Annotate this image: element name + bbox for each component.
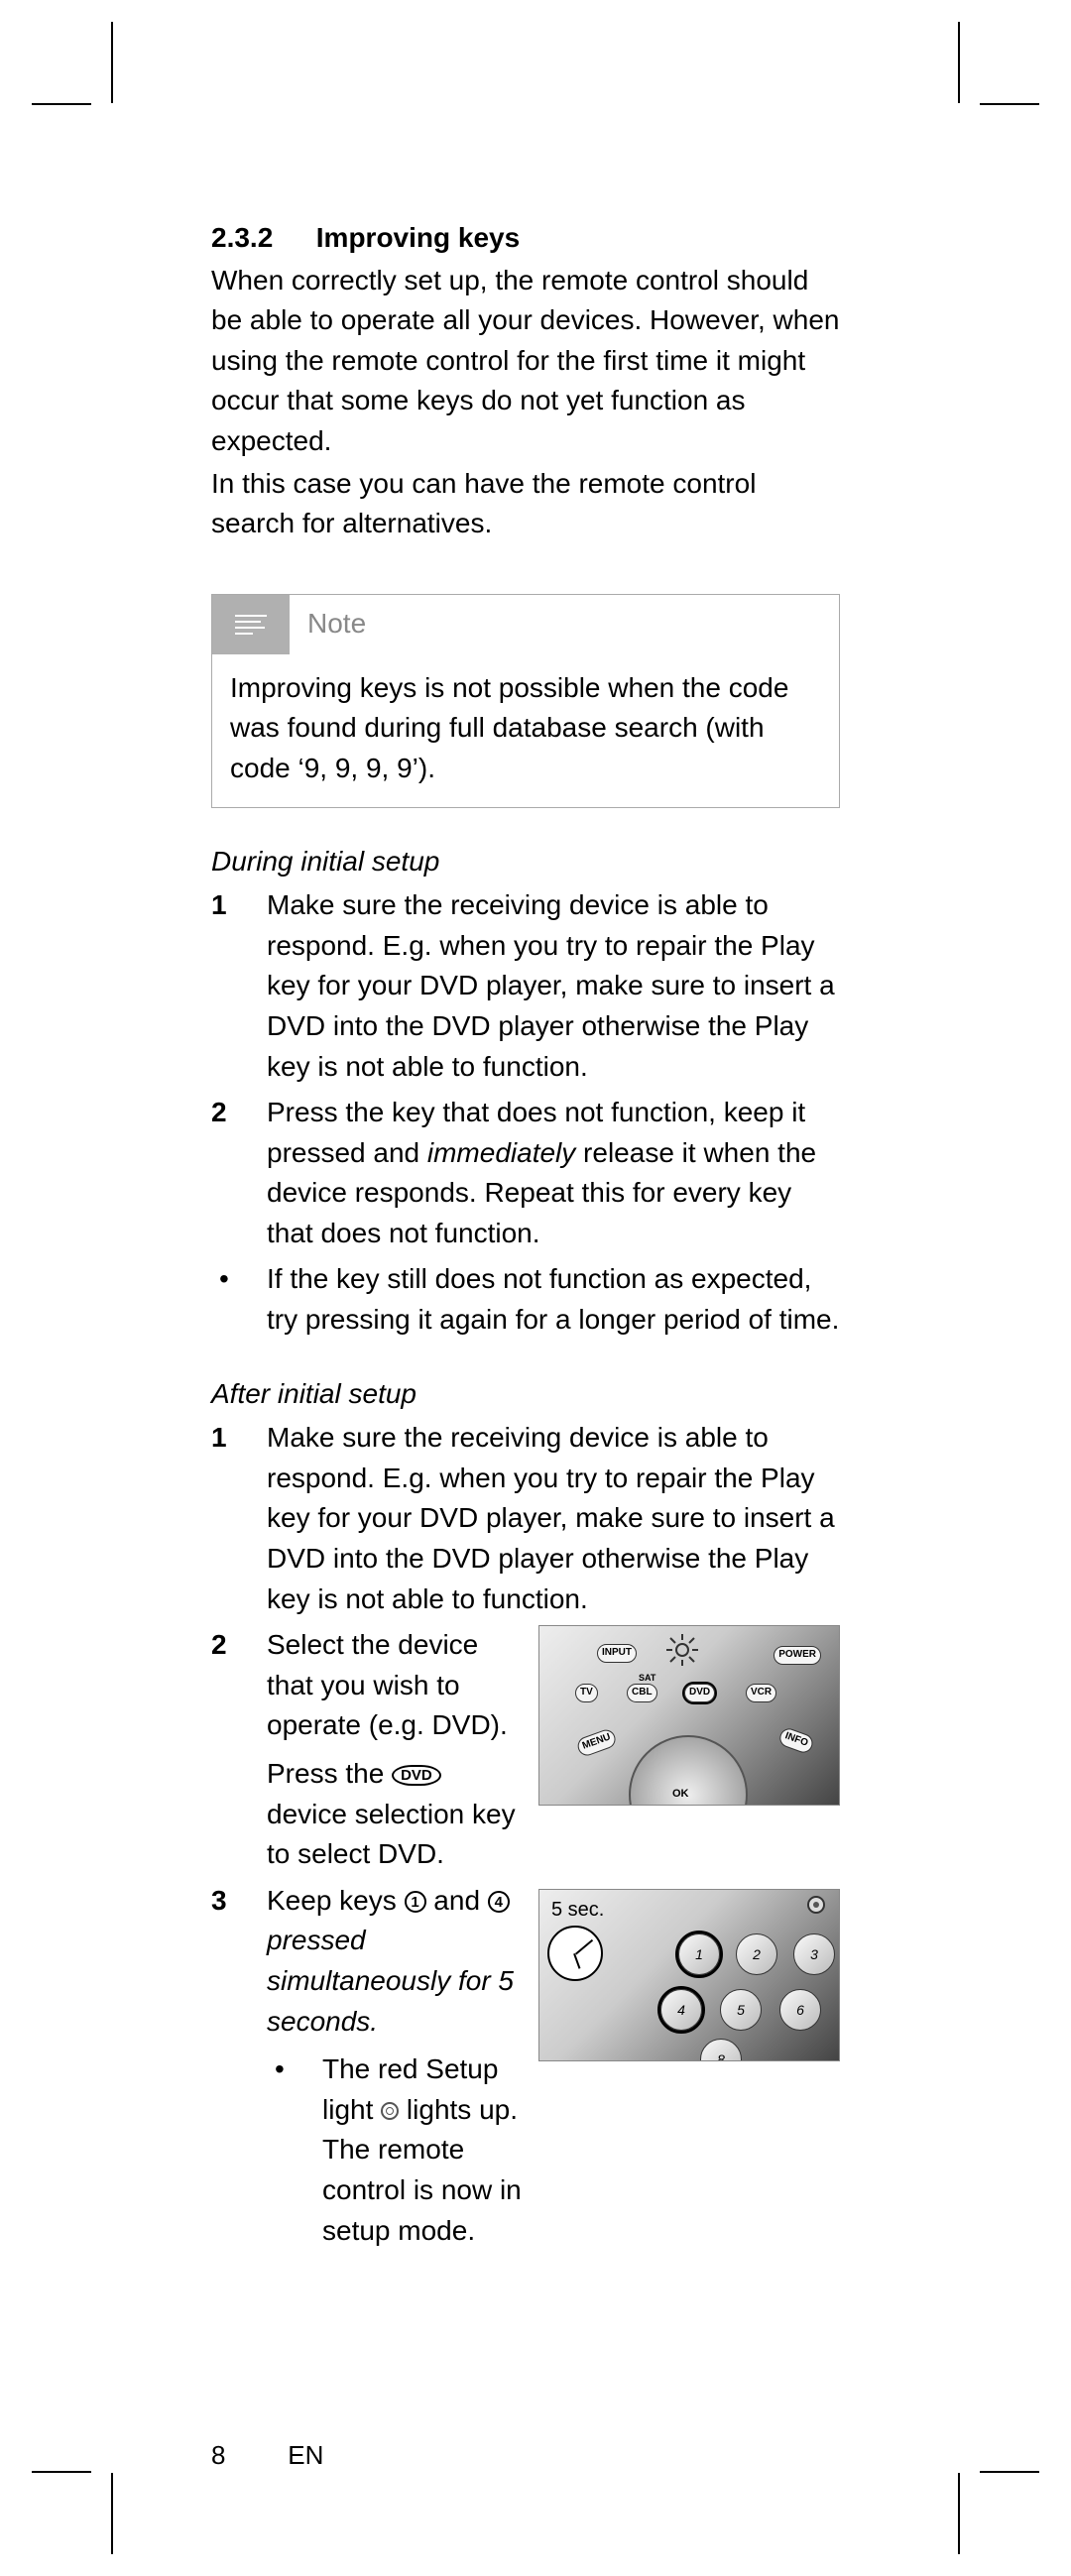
list-item: 1 Make sure the receiving device is able… [211, 885, 840, 1087]
after-steps-list: 1 Make sure the receiving device is able… [211, 1418, 840, 2257]
remote-menu-key: MENU [575, 1727, 618, 1758]
remote-illustration-keypad: 5 sec. 1 2 3 4 5 6 8 [538, 1889, 840, 2061]
intro-paragraph-2: In this case you can have the remote con… [211, 464, 840, 544]
step-body: INPUT POWER SAT TV CBL DVD VCR MENU INFO… [267, 1625, 840, 1875]
remote-key-6: 6 [779, 1989, 821, 2031]
section-number: 2.3.2 [211, 218, 308, 259]
subheading-after: After initial setup [211, 1374, 840, 1415]
bullet-marker: • [211, 1259, 267, 1340]
list-item: 2 Press the key that does not function, … [211, 1093, 840, 1253]
bullet-marker: • [267, 2049, 322, 2251]
remote-key-1: 1 [678, 1933, 720, 1975]
clock-icon [547, 1926, 603, 1981]
text: Keep keys [267, 1885, 405, 1916]
remote-dpad: OK [629, 1735, 748, 1806]
text-emphasis: pressed simultaneously for 5 seconds. [267, 1925, 514, 2036]
crop-mark [111, 2473, 113, 2554]
remote-ok-key: OK [672, 1787, 689, 1803]
remote-info-key: INFO [777, 1726, 815, 1755]
intro-paragraph-1: When correctly set up, the remote contro… [211, 261, 840, 462]
step-number: 1 [211, 885, 267, 1087]
step3-bullet-list: • The red Setup light lights up. The rem… [267, 2049, 840, 2251]
step-number: 3 [211, 1881, 267, 2257]
crop-mark [32, 2471, 91, 2473]
step-text: Make sure the receiving device is able t… [267, 1418, 840, 1619]
text: Press the [267, 1758, 392, 1789]
list-item: 3 5 sec. 1 2 3 4 5 6 [211, 1881, 840, 2257]
step-body: 5 sec. 1 2 3 4 5 6 8 [267, 1881, 840, 2257]
remote-power-key: POWER [774, 1646, 821, 1665]
remote-cbl-key: CBL [627, 1684, 657, 1702]
initial-bullet-list: • If the key still does not function as … [211, 1259, 840, 1340]
page-footer: 8 EN [211, 2440, 323, 2471]
remote-key-3: 3 [793, 1933, 835, 1975]
step-number: 2 [211, 1093, 267, 1253]
note-label: Note [290, 604, 366, 644]
page-language: EN [288, 2440, 323, 2470]
remote-dvd-key: DVD [684, 1684, 715, 1702]
note-box: Note Improving keys is not possible when… [211, 594, 840, 808]
crop-mark [958, 2473, 960, 2554]
key-4-icon: 4 [488, 1891, 510, 1913]
remote-key-4: 4 [660, 1989, 702, 2031]
remote-key-8: 8 [700, 2039, 742, 2061]
setup-light-icon [381, 2102, 399, 2120]
dvd-key-icon: DVD [392, 1765, 441, 1786]
list-item: • If the key still does not function as … [211, 1259, 840, 1340]
note-icon [212, 595, 290, 654]
remote-tv-key: TV [575, 1684, 598, 1702]
remote-illustration-device-keys: INPUT POWER SAT TV CBL DVD VCR MENU INFO… [538, 1625, 840, 1806]
crop-mark [980, 103, 1039, 105]
bullet-text: If the key still does not function as ex… [267, 1259, 840, 1340]
section-title: Improving keys [316, 222, 520, 253]
page-content: 2.3.2 Improving keys When correctly set … [211, 218, 840, 2263]
step-number: 1 [211, 1418, 267, 1619]
list-item: 2 INPUT POWER SAT TV CBL DVD VCR MENU IN… [211, 1625, 840, 1875]
step-number: 2 [211, 1625, 267, 1875]
section-heading: 2.3.2 Improving keys [211, 218, 840, 259]
step-text: Press the key that does not function, ke… [267, 1093, 840, 1253]
remote-vcr-key: VCR [746, 1684, 776, 1702]
subheading-initial: During initial setup [211, 842, 840, 882]
page-number: 8 [211, 2440, 281, 2471]
brightness-icon [666, 1634, 698, 1666]
remote-setup-light [807, 1896, 825, 1914]
text: and [426, 1885, 488, 1916]
step-text: Make sure the receiving device is able t… [267, 885, 840, 1087]
initial-steps-list: 1 Make sure the receiving device is able… [211, 885, 840, 1253]
remote-key-5: 5 [720, 1989, 762, 2031]
crop-mark [980, 2471, 1039, 2473]
text-emphasis: immediately [427, 1137, 575, 1168]
text: device selection key to select DVD. [267, 1799, 516, 1870]
note-header: Note [212, 595, 839, 654]
crop-mark [32, 103, 91, 105]
crop-mark [111, 22, 113, 103]
five-seconds-label: 5 sec. [551, 1896, 604, 1925]
list-item: • The red Setup light lights up. The rem… [267, 2049, 527, 2251]
remote-key-2: 2 [736, 1933, 777, 1975]
bullet-text: The red Setup light lights up. The remot… [322, 2049, 527, 2251]
remote-input-key: INPUT [597, 1644, 637, 1663]
key-1-icon: 1 [405, 1891, 426, 1913]
crop-mark [958, 22, 960, 103]
note-body: Improving keys is not possible when the … [212, 654, 839, 807]
list-item: 1 Make sure the receiving device is able… [211, 1418, 840, 1619]
